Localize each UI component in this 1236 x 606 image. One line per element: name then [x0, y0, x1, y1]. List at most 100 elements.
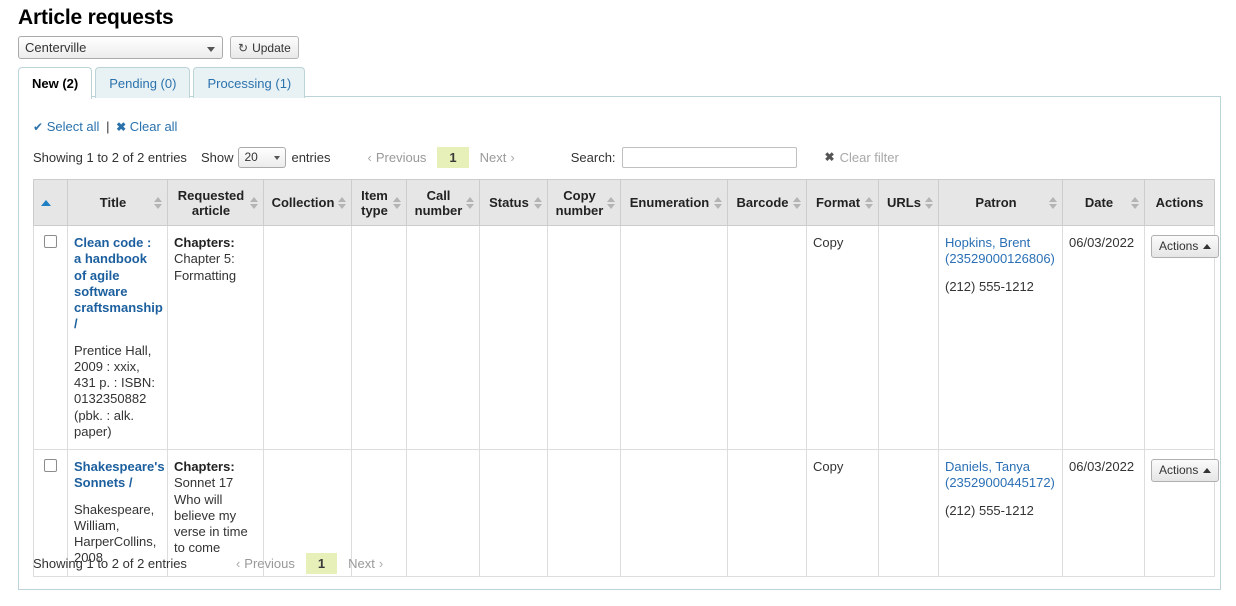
article-requests-page: Article requests Centerville ↻ Update Ne…	[0, 0, 1236, 606]
sort-icon	[338, 196, 347, 210]
x-icon: ✖	[116, 120, 126, 134]
column-header-date[interactable]: Date	[1063, 180, 1145, 226]
cell-copy-number	[548, 226, 621, 450]
sort-icon	[607, 196, 616, 210]
select-all-link[interactable]: Select all	[47, 119, 100, 134]
actions-button-label: Actions	[1159, 239, 1198, 254]
column-label-actions: Actions	[1156, 195, 1204, 210]
sort-icon	[393, 196, 402, 210]
column-label-enumeration: Enumeration	[630, 195, 709, 210]
patron-link[interactable]: Hopkins, Brent (23529000126806)	[945, 235, 1056, 268]
actions-button-label: Actions	[1159, 463, 1198, 478]
column-header-status[interactable]: Status	[480, 180, 548, 226]
requested-article-label: Chapters:	[174, 235, 257, 251]
page-length-label-before: Show	[201, 150, 234, 165]
row-checkbox[interactable]	[44, 235, 57, 248]
selection-separator: |	[106, 119, 109, 134]
sort-icon	[1049, 196, 1058, 210]
cell-title: Clean code : a handbook of agile softwar…	[68, 226, 168, 450]
page-title: Article requests	[18, 6, 174, 30]
column-header-title[interactable]: Title	[68, 180, 168, 226]
requested-article-value: Chapter 5: Formatting	[174, 251, 236, 282]
page-number-1[interactable]: 1	[437, 147, 468, 168]
column-header-urls[interactable]: URLs	[879, 180, 939, 226]
previous-page-label: Previous	[244, 556, 295, 571]
patron-phone: (212) 555-1212	[945, 279, 1056, 295]
column-header-enumeration[interactable]: Enumeration	[621, 180, 728, 226]
caret-up-icon	[1203, 244, 1211, 249]
column-header-collection[interactable]: Collection	[264, 180, 352, 226]
next-page-label: Next	[348, 556, 375, 571]
cell-date: 06/03/2022	[1063, 226, 1145, 450]
column-header-patron[interactable]: Patron	[939, 180, 1063, 226]
previous-page-button[interactable]: ‹ Previous	[359, 147, 436, 168]
table-header-row: Title Requested article Collection	[34, 180, 1215, 226]
column-header-barcode[interactable]: Barcode	[728, 180, 807, 226]
sort-icon	[925, 196, 934, 210]
branch-select[interactable]: Centerville	[18, 36, 223, 59]
search-control: Search:	[571, 147, 797, 168]
column-label-requested-article: Requested article	[178, 188, 244, 218]
entries-info-bottom: Showing 1 to 2 of 2 entries	[33, 556, 187, 571]
selection-links: ✔ Select all | ✖ Clear all	[33, 119, 177, 134]
page-length-select[interactable]: 20	[238, 147, 286, 168]
next-page-button[interactable]: Next ›	[339, 553, 392, 574]
next-page-label: Next	[480, 150, 507, 165]
title-link[interactable]: Clean code : a handbook of agile softwar…	[74, 235, 161, 333]
search-input[interactable]	[622, 147, 797, 168]
chevron-right-icon: ›	[510, 150, 514, 165]
chevron-right-icon: ›	[379, 556, 383, 571]
page-number-1[interactable]: 1	[306, 553, 337, 574]
column-label-status: Status	[489, 195, 529, 210]
column-label-barcode: Barcode	[736, 195, 788, 210]
clear-filter-button[interactable]: ✖ Clear filter	[825, 150, 899, 165]
page-length-label-after: entries	[291, 150, 330, 165]
column-header-call-number[interactable]: Call number	[407, 180, 480, 226]
column-label-date: Date	[1085, 195, 1113, 210]
column-label-copy-number: Copy number	[556, 188, 604, 218]
column-header-item-type[interactable]: Item type	[352, 180, 407, 226]
actions-button[interactable]: Actions	[1151, 459, 1219, 482]
actions-button[interactable]: Actions	[1151, 235, 1219, 258]
column-header-copy-number[interactable]: Copy number	[548, 180, 621, 226]
chevron-down-icon	[274, 156, 280, 160]
row-checkbox[interactable]	[44, 459, 57, 472]
article-requests-table: Title Requested article Collection	[33, 179, 1215, 577]
row-select-cell[interactable]	[34, 226, 68, 450]
column-label-title: Title	[100, 195, 127, 210]
entries-info-top: Showing 1 to 2 of 2 entries	[33, 150, 187, 165]
previous-page-button[interactable]: ‹ Previous	[227, 553, 304, 574]
sort-icon	[793, 196, 802, 210]
cell-actions: Actions	[1145, 226, 1215, 450]
tab-new[interactable]: New (2)	[18, 67, 92, 99]
tab-new-label: New (2)	[32, 76, 78, 91]
sort-icon	[534, 196, 543, 210]
chevron-left-icon: ‹	[368, 150, 372, 165]
column-label-collection: Collection	[272, 195, 335, 210]
chevron-down-icon	[207, 47, 215, 52]
update-button-label: Update	[252, 41, 291, 55]
page-length-value: 20	[244, 150, 257, 164]
column-header-format[interactable]: Format	[807, 180, 879, 226]
title-metadata: Prentice Hall, 2009 : xxix, 431 p. : ISB…	[74, 343, 161, 441]
clear-all-link[interactable]: Clear all	[130, 119, 178, 134]
cell-requested-article: Chapters: Chapter 5: Formatting	[168, 226, 264, 450]
clear-filter-label: Clear filter	[840, 150, 899, 165]
next-page-button[interactable]: Next ›	[471, 147, 524, 168]
page-length-control: Show 20 entries	[201, 147, 331, 168]
previous-page-label: Previous	[376, 150, 427, 165]
patron-link[interactable]: Daniels, Tanya (23529000445172)	[945, 459, 1056, 492]
branch-select-value: Centerville	[25, 40, 86, 55]
title-link[interactable]: Shakespeare's Sonnets /	[74, 459, 161, 492]
tab-processing[interactable]: Processing (1)	[193, 67, 305, 98]
tab-pending[interactable]: Pending (0)	[95, 67, 190, 98]
sort-icon	[250, 196, 259, 210]
column-header-select[interactable]	[34, 180, 68, 226]
refresh-icon: ↻	[238, 42, 248, 54]
sort-icon	[466, 196, 475, 210]
requested-article-label: Chapters:	[174, 459, 257, 475]
column-header-requested-article[interactable]: Requested article	[168, 180, 264, 226]
update-button[interactable]: ↻ Update	[230, 36, 299, 59]
patron-phone: (212) 555-1212	[945, 503, 1056, 519]
cell-collection	[264, 226, 352, 450]
